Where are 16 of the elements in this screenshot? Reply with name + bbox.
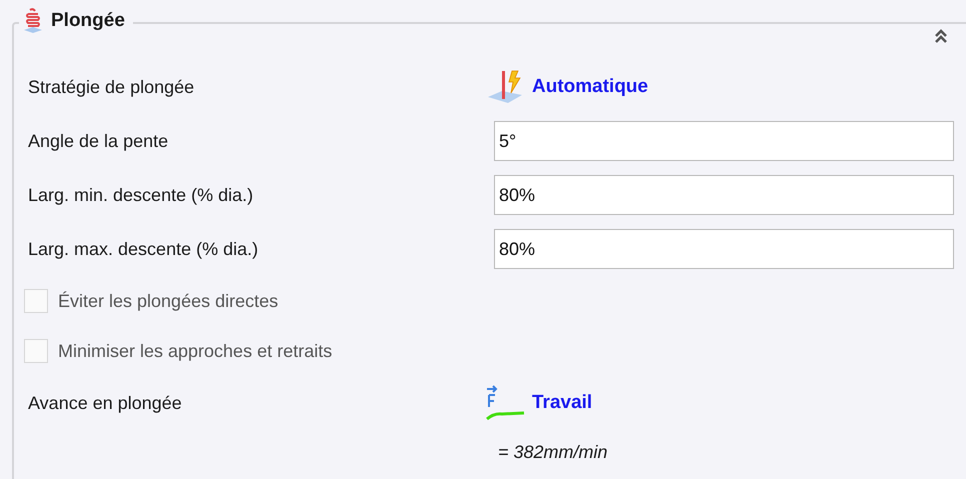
field-label: Larg. min. descente (% dia.) — [28, 184, 254, 206]
checkbox-label: Minimiser les approches et retraits — [58, 340, 334, 362]
collapse-icon[interactable] — [934, 28, 948, 44]
input-field[interactable]: 80% — [494, 229, 954, 269]
checkbox-label: Éviter les plongées directes — [58, 290, 280, 312]
field-label: Angle de la pente — [28, 130, 170, 152]
option-link[interactable]: Automatique — [532, 76, 648, 98]
feed-rate-value: = 382mm/min — [498, 442, 608, 462]
group-title: Plongée — [51, 10, 125, 32]
option-link[interactable]: Travail — [532, 392, 592, 414]
input-field[interactable]: 80% — [494, 175, 954, 215]
input-field[interactable]: 5° — [494, 121, 954, 161]
field-label: Avance en plongée — [28, 392, 183, 414]
feed-icon — [486, 385, 526, 421]
field-label: Larg. max. descente (% dia.) — [28, 238, 260, 260]
field-label: Stratégie de plongée — [28, 76, 196, 98]
